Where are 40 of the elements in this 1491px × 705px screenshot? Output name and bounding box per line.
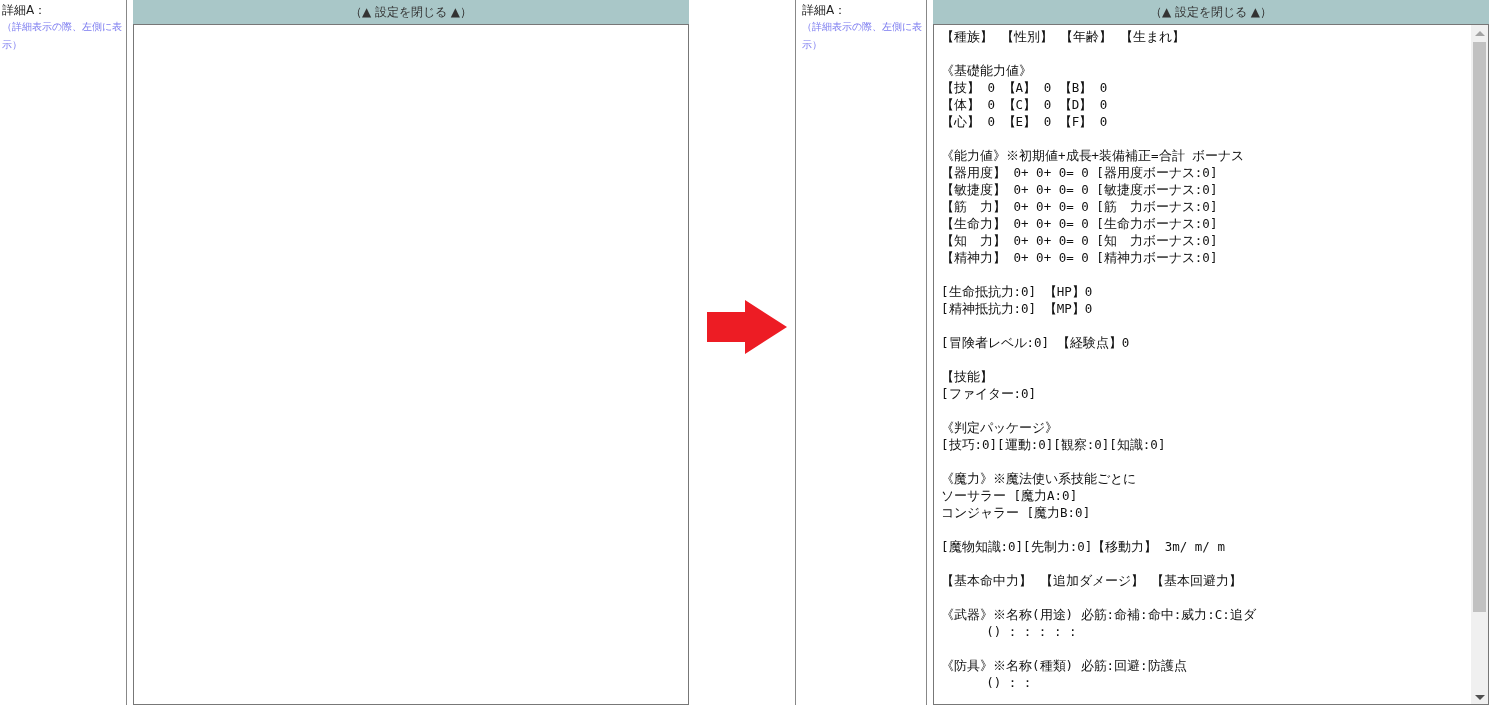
text-line: 【体】 0 【C】 0 【D】 0 — [941, 96, 1108, 113]
text-line: [ファイター:0] — [941, 385, 1037, 402]
text-line: 《武器》※名称(用途) 必筋:命補:命中:威力:C:追ダ — [941, 606, 1256, 623]
text-line: 【生命力】 0+ 0+ 0= 0 [生命力ボーナス:0] — [941, 215, 1218, 232]
right-arrow-icon — [707, 300, 787, 354]
text-area[interactable] — [933, 24, 1489, 705]
scrollbar-thumb[interactable] — [1473, 42, 1486, 612]
scrollbar[interactable] — [1471, 25, 1488, 704]
text-line: ソーサラー [魔力A:0] — [941, 487, 1078, 504]
text-line: コンジャラー [魔力B:0] — [941, 504, 1091, 521]
text-line: 【技】 0 【A】 0 【B】 0 — [941, 79, 1108, 96]
scroll-up-icon[interactable] — [1474, 31, 1485, 36]
text-line: 【器用度】 0+ 0+ 0= 0 [器用度ボーナス:0] — [941, 164, 1218, 181]
close-settings-button[interactable]: （▲ 設定を閉じる ▲） — [133, 0, 689, 24]
text-line: 【技能】 — [941, 368, 993, 385]
hint-text: （詳細表示の際、左側に表示） — [802, 20, 923, 52]
text-line: [生命抵抗力:0] 【HP】0 — [941, 283, 1093, 300]
scroll-down-icon[interactable] — [1474, 695, 1485, 700]
text-line: 《防具》※名称(種類) 必筋:回避:防護点 — [941, 657, 1187, 674]
hint-text: （詳細表示の際、左側に表示） — [2, 20, 123, 52]
text-line: 【心】 0 【E】 0 【F】 0 — [941, 113, 1108, 130]
text-line: () : : : : : — [985, 623, 1077, 640]
close-settings-button[interactable]: （▲ 設定を閉じる ▲） — [933, 0, 1489, 24]
text-line: 《基礎能力値》 — [941, 62, 1032, 79]
field-label: 詳細A： — [2, 2, 48, 18]
text-line: 【筋 力】 0+ 0+ 0= 0 [筋 力ボーナス:0] — [941, 198, 1218, 215]
text-line: [精神抵抗力:0] 【MP】0 — [941, 300, 1093, 317]
text-line: () : : — [985, 674, 1032, 691]
field-label: 詳細A： — [802, 2, 848, 18]
text-line: [魔物知識:0][先制力:0]【移動力】 3m/ m/ m — [941, 538, 1225, 555]
text-line: [冒険者レベル:0] 【経験点】0 — [941, 334, 1130, 351]
text-line: 【種族】 【性別】 【年齢】 【生まれ】 — [941, 28, 1185, 45]
text-line: 【敏捷度】 0+ 0+ 0= 0 [敏捷度ボーナス:0] — [941, 181, 1218, 198]
text-line: 【基本命中力】 【追加ダメージ】 【基本回避力】 — [941, 572, 1243, 589]
text-line: 《魔力》※魔法使い系技能ごとに — [941, 470, 1136, 487]
text-line: 【精神力】 0+ 0+ 0= 0 [精神力ボーナス:0] — [941, 249, 1218, 266]
text-line: 《能力値》※初期値+成長+装備補正=合計 ボーナス — [941, 147, 1245, 164]
text-line: [技巧:0][運動:0][観察:0][知識:0] — [941, 436, 1166, 453]
text-line: 【知 力】 0+ 0+ 0= 0 [知 力ボーナス:0] — [941, 232, 1218, 249]
text-line: 《判定パッケージ》 — [941, 419, 1058, 436]
